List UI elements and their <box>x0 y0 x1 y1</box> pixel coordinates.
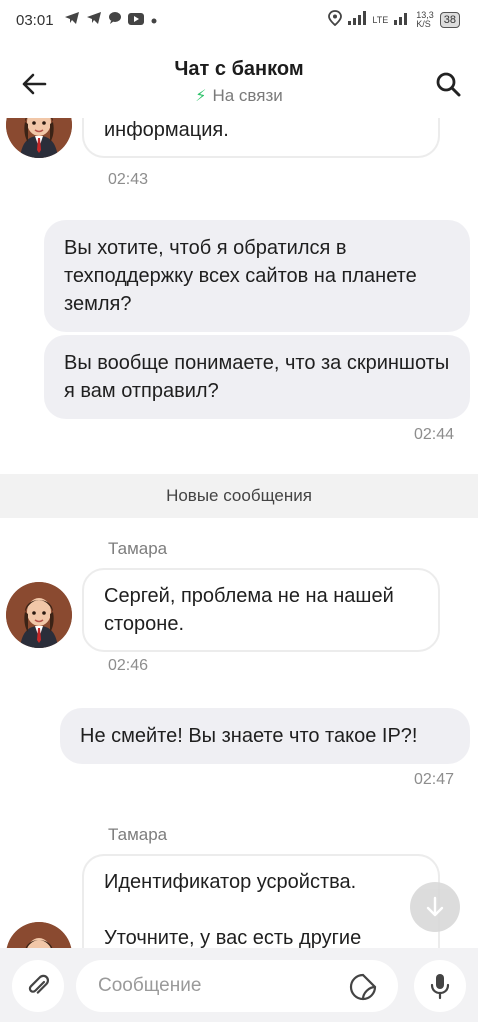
message-bubble-outgoing[interactable]: Вы хотите, чтоб я обратился в техподдерж… <box>44 220 470 332</box>
microphone-icon <box>430 974 450 1000</box>
battery-indicator: 38 <box>439 11 460 28</box>
chat-messages[interactable]: информация. 02:43 Вы хотите, чтоб я обра… <box>0 118 478 948</box>
new-messages-divider: Новые сообщения <box>0 474 478 518</box>
message-time: 02:46 <box>108 657 149 674</box>
sticker-icon <box>349 973 377 1001</box>
message-text: Идентификатор усройства. <box>104 871 357 893</box>
chat-title: Чат с банком <box>174 58 304 80</box>
scroll-down-button[interactable] <box>410 882 460 932</box>
network-label: LTE <box>372 14 389 25</box>
location-icon <box>328 10 343 29</box>
message-time: 02:47 <box>413 771 454 788</box>
sender-name: Тамара <box>108 539 168 558</box>
status-time: 03:01 <box>16 12 54 29</box>
telegram-icon <box>64 11 80 29</box>
sender-name: Тамара <box>108 825 168 844</box>
message-bubble-outgoing[interactable]: Вы вообще понимаете, что за скриншоты я … <box>44 335 470 419</box>
search-icon <box>436 72 461 97</box>
message-text: Вы хотите, чтоб я обратился в техподдерж… <box>64 237 417 315</box>
attach-button[interactable] <box>12 960 64 1012</box>
message-text: Вы вообще понимаете, что за скриншоты я … <box>64 352 450 402</box>
message-text: информация. <box>104 119 229 141</box>
message-time: 02:43 <box>108 171 149 188</box>
signal-icon <box>348 11 367 28</box>
chat-status: ⚡︎ На связи <box>195 86 283 105</box>
signal-icon <box>394 11 410 28</box>
youtube-icon <box>128 11 144 29</box>
chat-header: Чат с банком ⚡︎ На связи <box>0 50 478 118</box>
avatar[interactable] <box>6 582 72 648</box>
chat-icon <box>108 11 122 29</box>
message-text: Не смейте! Вы знаете что такое IP?! <box>80 725 418 747</box>
message-bubble-incoming[interactable]: информация. <box>82 118 440 158</box>
message-text: Сергей, проблема не на нашей стороне. <box>104 585 394 635</box>
telegram-icon <box>86 11 102 29</box>
message-text: Уточните, у вас есть другие <box>104 927 362 948</box>
voice-message-button[interactable] <box>414 960 466 1012</box>
notification-icons <box>64 11 158 29</box>
message-bubble-incoming[interactable]: Сергей, проблема не на нашей стороне. <box>82 568 440 652</box>
message-composer <box>0 948 478 1022</box>
arrow-down-icon <box>426 896 444 917</box>
data-speed: 13,3 K/S <box>416 9 434 29</box>
sticker-button[interactable] <box>348 972 378 1002</box>
search-button[interactable] <box>432 68 464 100</box>
message-bubble-outgoing[interactable]: Не смейте! Вы знаете что такое IP?! <box>60 708 470 764</box>
message-bubble-incoming[interactable]: Идентификатор усройства. Уточните, у вас… <box>82 854 440 948</box>
avatar[interactable] <box>6 118 72 158</box>
dot-icon <box>150 11 158 29</box>
bolt-icon: ⚡︎ <box>195 88 207 105</box>
avatar[interactable] <box>6 922 72 948</box>
status-bar: 03:01 LTE 13,3 K/S 38 <box>0 0 478 44</box>
message-time: 02:44 <box>413 426 454 443</box>
paperclip-icon <box>28 974 50 994</box>
status-right: LTE 13,3 K/S 38 <box>328 10 460 29</box>
